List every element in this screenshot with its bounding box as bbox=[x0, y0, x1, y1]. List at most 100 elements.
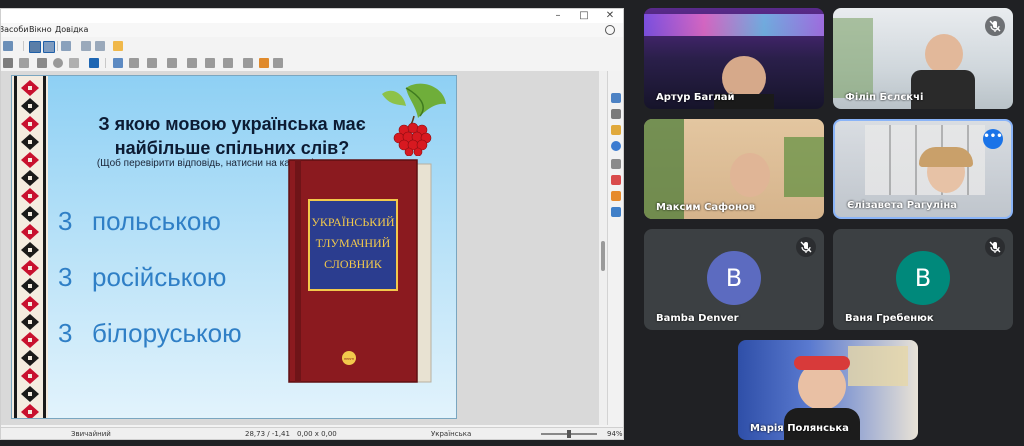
sidebar-deck bbox=[607, 71, 623, 425]
answer-number: 3 bbox=[58, 206, 73, 236]
window-titlebar: – □ ✕ bbox=[1, 9, 623, 23]
embroidery-motif-center bbox=[28, 104, 32, 108]
status-language[interactable]: Українська bbox=[431, 430, 471, 438]
participant-face bbox=[730, 153, 770, 197]
led-ceiling-background bbox=[644, 14, 824, 36]
new-slide-icon[interactable] bbox=[81, 41, 91, 51]
fontwork-icon[interactable] bbox=[259, 58, 269, 68]
view-outline-icon[interactable] bbox=[43, 41, 55, 53]
answer-label: російською bbox=[92, 262, 227, 292]
menu-window[interactable]: Вікно bbox=[29, 25, 52, 34]
3d-object-icon[interactable] bbox=[89, 58, 99, 68]
slide-sorter-icon[interactable] bbox=[611, 207, 621, 217]
embroidery-pattern bbox=[12, 76, 48, 418]
duplicate-slide-icon[interactable] bbox=[95, 41, 105, 51]
transform-icon[interactable] bbox=[205, 58, 215, 68]
minimize-icon[interactable]: – bbox=[549, 10, 567, 22]
embroidery-motif-center bbox=[28, 320, 32, 324]
more-options-icon[interactable]: ••• bbox=[983, 129, 1003, 149]
maximize-icon[interactable]: □ bbox=[575, 10, 593, 22]
status-zoom[interactable]: 94% bbox=[607, 430, 623, 438]
participant-avatar: B bbox=[707, 251, 761, 305]
answer-option-russian[interactable]: 3 російською bbox=[58, 262, 226, 293]
menu-tools[interactable]: Засоби bbox=[1, 25, 28, 34]
answer-number: 3 bbox=[58, 318, 73, 348]
book-title-line-2: ТЛУМАЧНИЙ bbox=[316, 236, 391, 250]
menu-bar: Засоби Вікно Довідка bbox=[1, 23, 623, 37]
embroidery-motif-center bbox=[28, 140, 32, 144]
answer-number: 3 bbox=[58, 262, 73, 292]
gallery-icon[interactable] bbox=[611, 125, 621, 135]
participant-tile[interactable]: Максим Сафонов bbox=[644, 119, 824, 219]
align-icon[interactable] bbox=[129, 58, 139, 68]
answer-option-polish[interactable]: 3 польською bbox=[58, 206, 221, 237]
muted-mic-icon bbox=[985, 16, 1005, 36]
select-icon[interactable] bbox=[3, 58, 13, 68]
answer-label: білоруською bbox=[92, 318, 242, 348]
book-publisher-logo: ПЕРУН bbox=[344, 357, 354, 361]
participant-tile[interactable]: Філіп Бєлєкчі bbox=[833, 8, 1013, 109]
scrollbar-thumb[interactable] bbox=[601, 241, 605, 271]
status-size: 0,00 x 0,00 bbox=[297, 430, 337, 438]
slide-transition-icon[interactable] bbox=[611, 159, 621, 169]
close-icon[interactable]: ✕ bbox=[601, 10, 619, 22]
question-title: З якою мовою українська має найбільше сп… bbox=[98, 114, 366, 158]
answer-label: польською bbox=[92, 206, 221, 236]
dictionary-book-image: УКРАЇНСЬКИЙ ТЛУМАЧНИЙ СЛОВНИК ПЕРУН bbox=[287, 158, 433, 384]
arrange-icon[interactable] bbox=[147, 58, 157, 68]
embroidery-motif-center bbox=[28, 230, 32, 234]
navigator-icon[interactable] bbox=[611, 141, 621, 151]
ellipse-icon[interactable] bbox=[53, 58, 63, 68]
embroidery-motif-center bbox=[28, 248, 32, 252]
answer-option-belarusian[interactable]: 3 білоруською bbox=[58, 318, 242, 349]
muted-mic-icon bbox=[796, 237, 816, 257]
zoom-slider-handle[interactable] bbox=[567, 430, 571, 438]
participant-name: Артур Баглай bbox=[656, 92, 735, 103]
vertical-scrollbar[interactable] bbox=[599, 71, 607, 425]
participant-body bbox=[911, 70, 975, 109]
embroidery-motif-center bbox=[28, 212, 32, 216]
toolbar-standard bbox=[1, 38, 623, 54]
embroidery-motif-center bbox=[28, 122, 32, 126]
shared-presentation-window: – □ ✕ Засоби Вікно Довідка З якою мовою … bbox=[0, 8, 624, 440]
embroidery-motif-center bbox=[28, 302, 32, 306]
callout-icon[interactable] bbox=[69, 58, 79, 68]
embroidery-motif-center bbox=[28, 410, 32, 414]
glue-icon[interactable] bbox=[243, 58, 253, 68]
view-normal-icon[interactable] bbox=[29, 41, 41, 53]
participant-tile[interactable]: В Ваня Гребенюк bbox=[833, 229, 1013, 330]
status-layout: Звичайний bbox=[71, 430, 111, 438]
embroidery-motif-center bbox=[28, 284, 32, 288]
embroidery-motif-center bbox=[28, 392, 32, 396]
master-slides-icon[interactable] bbox=[611, 191, 621, 201]
embroidery-motif-center bbox=[28, 266, 32, 270]
participant-tile[interactable]: Марія Полянська bbox=[738, 340, 918, 440]
menu-help[interactable]: Довідка bbox=[55, 25, 88, 34]
embroidery-motif-center bbox=[28, 194, 32, 198]
participant-face bbox=[925, 34, 963, 74]
animation-icon[interactable] bbox=[611, 175, 621, 185]
slide-layout-icon[interactable] bbox=[113, 41, 123, 51]
participant-tile[interactable]: Артур Баглай bbox=[644, 8, 824, 109]
points-icon[interactable] bbox=[223, 58, 233, 68]
rectangle-icon[interactable] bbox=[37, 58, 47, 68]
image-icon[interactable] bbox=[113, 58, 123, 68]
toggle-extrusion-icon[interactable] bbox=[273, 58, 283, 68]
crop-icon[interactable] bbox=[187, 58, 197, 68]
line-icon[interactable] bbox=[19, 58, 29, 68]
plant-background bbox=[784, 137, 824, 197]
styles-icon[interactable] bbox=[611, 109, 621, 119]
display-views-icon[interactable] bbox=[61, 41, 71, 51]
book-title-line-3: СЛОВНИК bbox=[324, 257, 383, 271]
flower-wreath bbox=[794, 356, 850, 370]
shadow-icon[interactable] bbox=[167, 58, 177, 68]
embroidery-ornament-border bbox=[12, 76, 48, 418]
book-title-line-1: УКРАЇНСЬКИЙ bbox=[311, 215, 395, 229]
participant-name: Єлізавета Рагуліна bbox=[847, 200, 958, 211]
participant-tile[interactable]: B Bamba Denver bbox=[644, 229, 824, 330]
properties-icon[interactable] bbox=[611, 93, 621, 103]
update-icon[interactable] bbox=[605, 25, 615, 35]
undo-icon[interactable] bbox=[3, 41, 13, 51]
participant-tile-active[interactable]: ••• Єлізавета Рагуліна bbox=[833, 119, 1013, 219]
book-illustration: УКРАЇНСЬКИЙ ТЛУМАЧНИЙ СЛОВНИК ПЕРУН bbox=[288, 159, 432, 383]
